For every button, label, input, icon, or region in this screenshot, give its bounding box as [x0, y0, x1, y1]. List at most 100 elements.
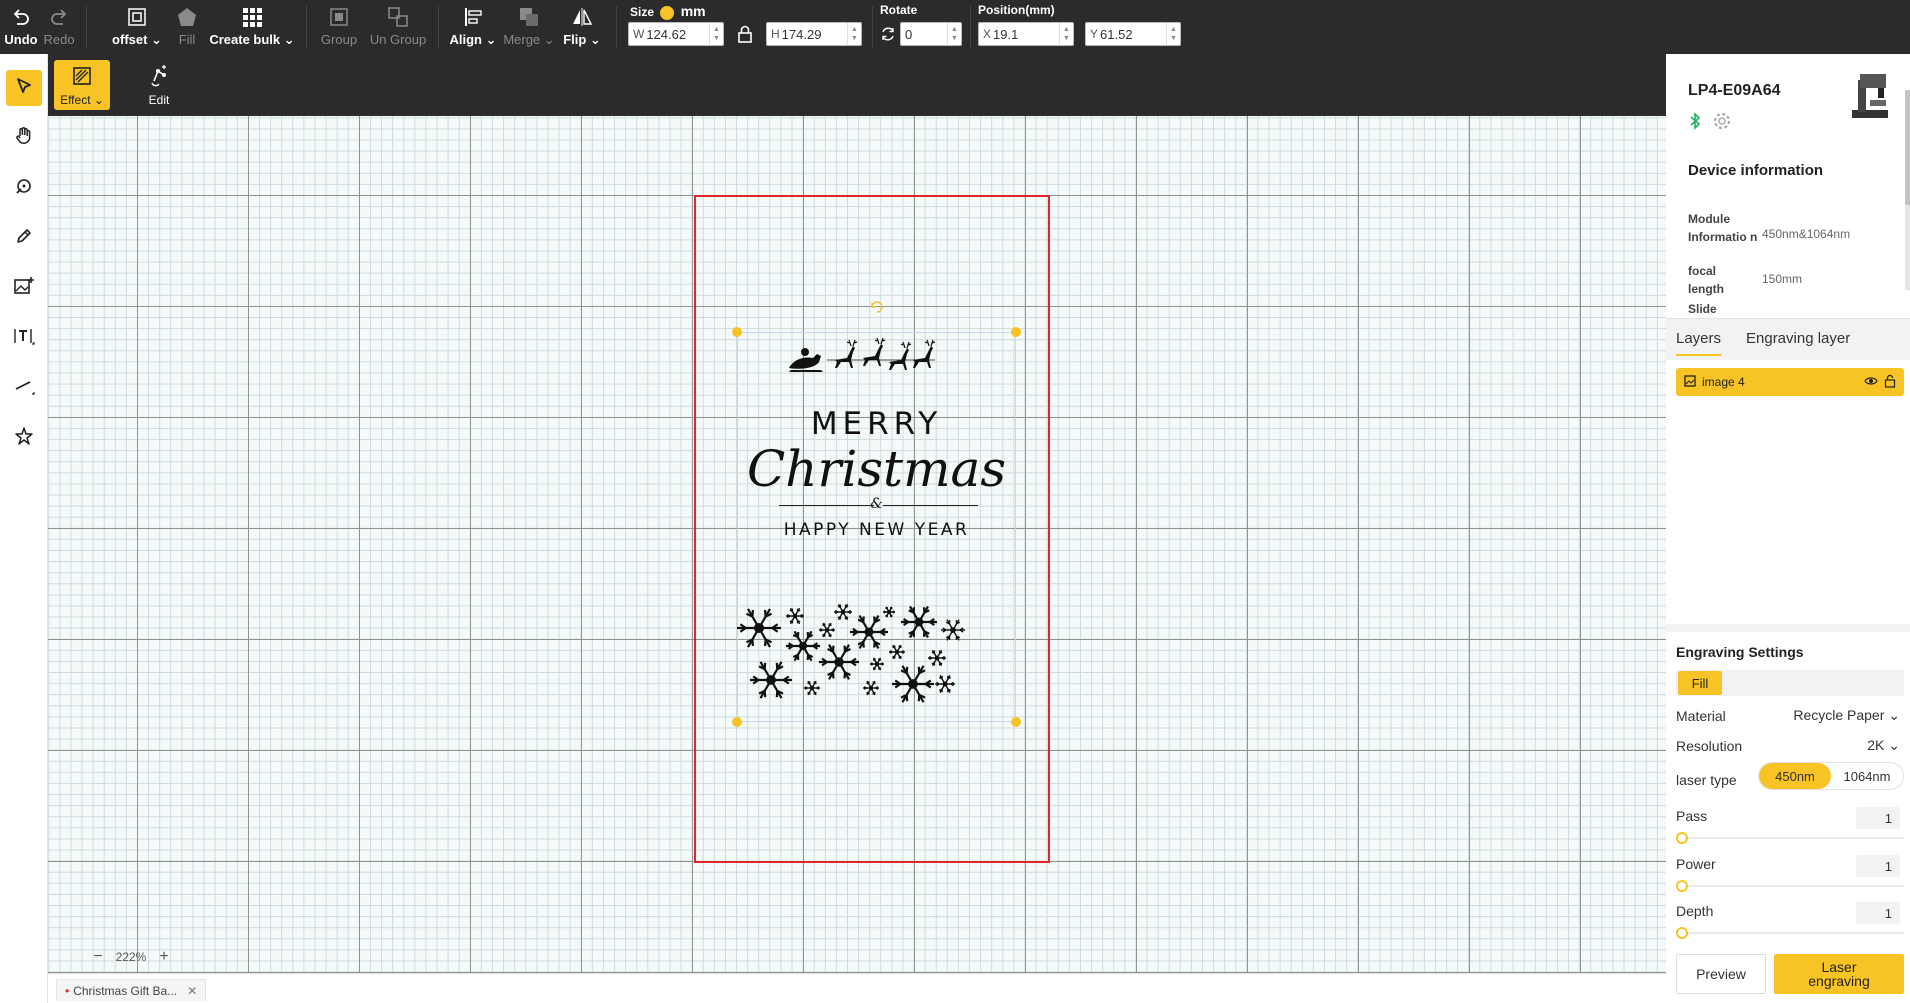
shape-tool[interactable]	[6, 420, 42, 456]
size-unit-toggle-icon[interactable]	[660, 5, 675, 20]
width-input[interactable]: W 124.62 ▲ ▼	[628, 22, 724, 46]
pan-tool[interactable]	[6, 120, 42, 156]
pentagon-icon	[174, 4, 200, 30]
y-stepper[interactable]: ▲ ▼	[1166, 23, 1180, 45]
depth-slider-track	[1676, 932, 1904, 934]
engraving-settings: Engraving Settings Fill Material Recycle…	[1666, 632, 1910, 1003]
sub-toolbar: Effect ⌄ Edit	[48, 54, 1666, 116]
pass-input[interactable]: 1	[1856, 807, 1900, 829]
gear-icon[interactable]	[1712, 111, 1732, 136]
x-position-input[interactable]: X 19.1 ▲ ▼	[978, 22, 1074, 46]
rotate-stepper[interactable]: ▲ ▼	[947, 23, 961, 45]
device-scrollbar[interactable]	[1905, 90, 1910, 205]
resize-handle-top-right[interactable]	[1011, 327, 1021, 337]
undo-label: Undo	[4, 32, 38, 47]
group-button[interactable]: Group	[318, 0, 360, 54]
x-stepper[interactable]: ▲ ▼	[1059, 23, 1073, 45]
document-tab[interactable]: • Christmas Gift Ba... ✕	[56, 979, 207, 1001]
rotate-input[interactable]: 0 ▲ ▼	[900, 22, 962, 46]
christmas-artwork[interactable]: MERRY Christmas & HAPPY NEW YEAR	[737, 332, 1016, 722]
laser-1064nm-option[interactable]: 1064nm	[1831, 763, 1903, 789]
laser-engraving-button[interactable]: Laser engraving	[1774, 954, 1904, 994]
x-prefix: X	[983, 27, 992, 41]
pencil-tool[interactable]	[6, 220, 42, 256]
line-tool[interactable]	[6, 370, 42, 406]
depth-slider-knob[interactable]	[1676, 927, 1688, 939]
ungroup-button[interactable]: Un Group	[368, 0, 428, 54]
tab-engraving-layer[interactable]: Engraving layer	[1746, 330, 1850, 347]
layer-item[interactable]: image 4	[1676, 368, 1904, 396]
image-tool[interactable]	[6, 270, 42, 306]
pointer-icon	[14, 76, 34, 101]
y-value: 61.52	[1100, 26, 1133, 42]
ungroup-label: Un Group	[369, 32, 427, 47]
zoom-in-button[interactable]: +	[154, 948, 174, 966]
right-panel: LP4-E09A64 Device information Module Inf…	[1666, 54, 1910, 1003]
material-select[interactable]: Recycle Paper ⌄	[1793, 707, 1900, 724]
edit-nodes-icon	[148, 65, 170, 90]
zoom-out-button[interactable]: −	[88, 948, 108, 966]
lock-ratio-icon[interactable]	[737, 25, 753, 48]
position-label: Position(mm)	[978, 3, 1055, 17]
rotate-label: Rotate	[880, 3, 918, 17]
fill-button[interactable]: Fill	[172, 0, 202, 54]
edit-button[interactable]: Edit	[134, 60, 184, 110]
size-unit[interactable]: mm	[681, 3, 706, 19]
engraving-settings-title: Engraving Settings	[1676, 644, 1804, 660]
undo-button[interactable]: Undo	[4, 0, 38, 54]
module-info-key: Module Informatio n	[1688, 212, 1758, 244]
flip-button[interactable]: Flip ⌄	[563, 0, 601, 54]
effect-button[interactable]: Effect ⌄	[54, 60, 110, 110]
rotate-handle-icon[interactable]	[868, 298, 886, 321]
pass-slider[interactable]	[1676, 832, 1904, 844]
power-input[interactable]: 1	[1856, 855, 1900, 877]
lock-icon[interactable]	[1884, 374, 1896, 391]
width-stepper[interactable]: ▲ ▼	[709, 23, 723, 45]
height-input[interactable]: H 174.29 ▲ ▼	[766, 22, 862, 46]
resize-handle-bottom-left[interactable]	[732, 717, 742, 727]
design-canvas[interactable]: MERRY Christmas & HAPPY NEW YEAR − 222% …	[48, 116, 1666, 973]
shapes-icon	[14, 426, 34, 451]
eye-icon[interactable]	[1864, 375, 1878, 390]
tab-layers[interactable]: Layers	[1676, 330, 1722, 356]
merge-button[interactable]: Merge ⌄	[503, 0, 555, 54]
grid-icon	[239, 4, 265, 30]
redo-button[interactable]: Redo	[43, 0, 75, 54]
module-info-value: 450nm&1064nm	[1762, 227, 1851, 241]
group-label: Group	[320, 32, 358, 47]
resolution-select[interactable]: 2K ⌄	[1867, 737, 1900, 754]
offset-button[interactable]: offset ⌄	[112, 0, 162, 54]
create-bulk-button[interactable]: Create bulk ⌄	[209, 0, 295, 54]
align-button[interactable]: Align ⌄	[450, 0, 497, 54]
text-tool[interactable]	[6, 320, 42, 356]
width-value: 124.62	[646, 26, 687, 42]
pen-tool[interactable]	[6, 170, 42, 206]
zoom-level: 222%	[115, 950, 147, 964]
power-slider[interactable]	[1676, 880, 1904, 892]
power-slider-knob[interactable]	[1676, 880, 1688, 892]
separator	[438, 6, 439, 48]
preview-button[interactable]: Preview	[1676, 954, 1766, 994]
height-stepper[interactable]: ▲ ▼	[847, 23, 861, 45]
flip-label: Flip	[563, 32, 587, 47]
height-value: 174.29	[781, 26, 822, 42]
bluetooth-icon[interactable]	[1688, 112, 1702, 135]
resize-handle-bottom-right[interactable]	[1011, 717, 1021, 727]
depth-slider[interactable]	[1676, 927, 1904, 939]
depth-input[interactable]: 1	[1856, 902, 1900, 924]
mode-fill-button[interactable]: Fill	[1678, 671, 1722, 695]
laser-type-label: laser type	[1676, 772, 1737, 788]
focal-length-value: 150mm	[1762, 272, 1803, 286]
y-position-input[interactable]: Y 61.52 ▲ ▼	[1085, 22, 1181, 46]
laser-450nm-option[interactable]: 450nm	[1759, 763, 1831, 789]
pass-slider-knob[interactable]	[1676, 832, 1688, 844]
separator	[306, 6, 307, 48]
select-tool[interactable]	[6, 70, 42, 106]
close-icon[interactable]: ✕	[187, 984, 197, 998]
resolution-value: 2K	[1867, 737, 1885, 753]
document-tabs: • Christmas Gift Ba... ✕	[48, 973, 1666, 1003]
resize-handle-top-left[interactable]	[732, 327, 742, 337]
separator	[86, 6, 87, 48]
ampersand-text: &	[870, 496, 883, 512]
y-prefix: Y	[1090, 27, 1099, 41]
